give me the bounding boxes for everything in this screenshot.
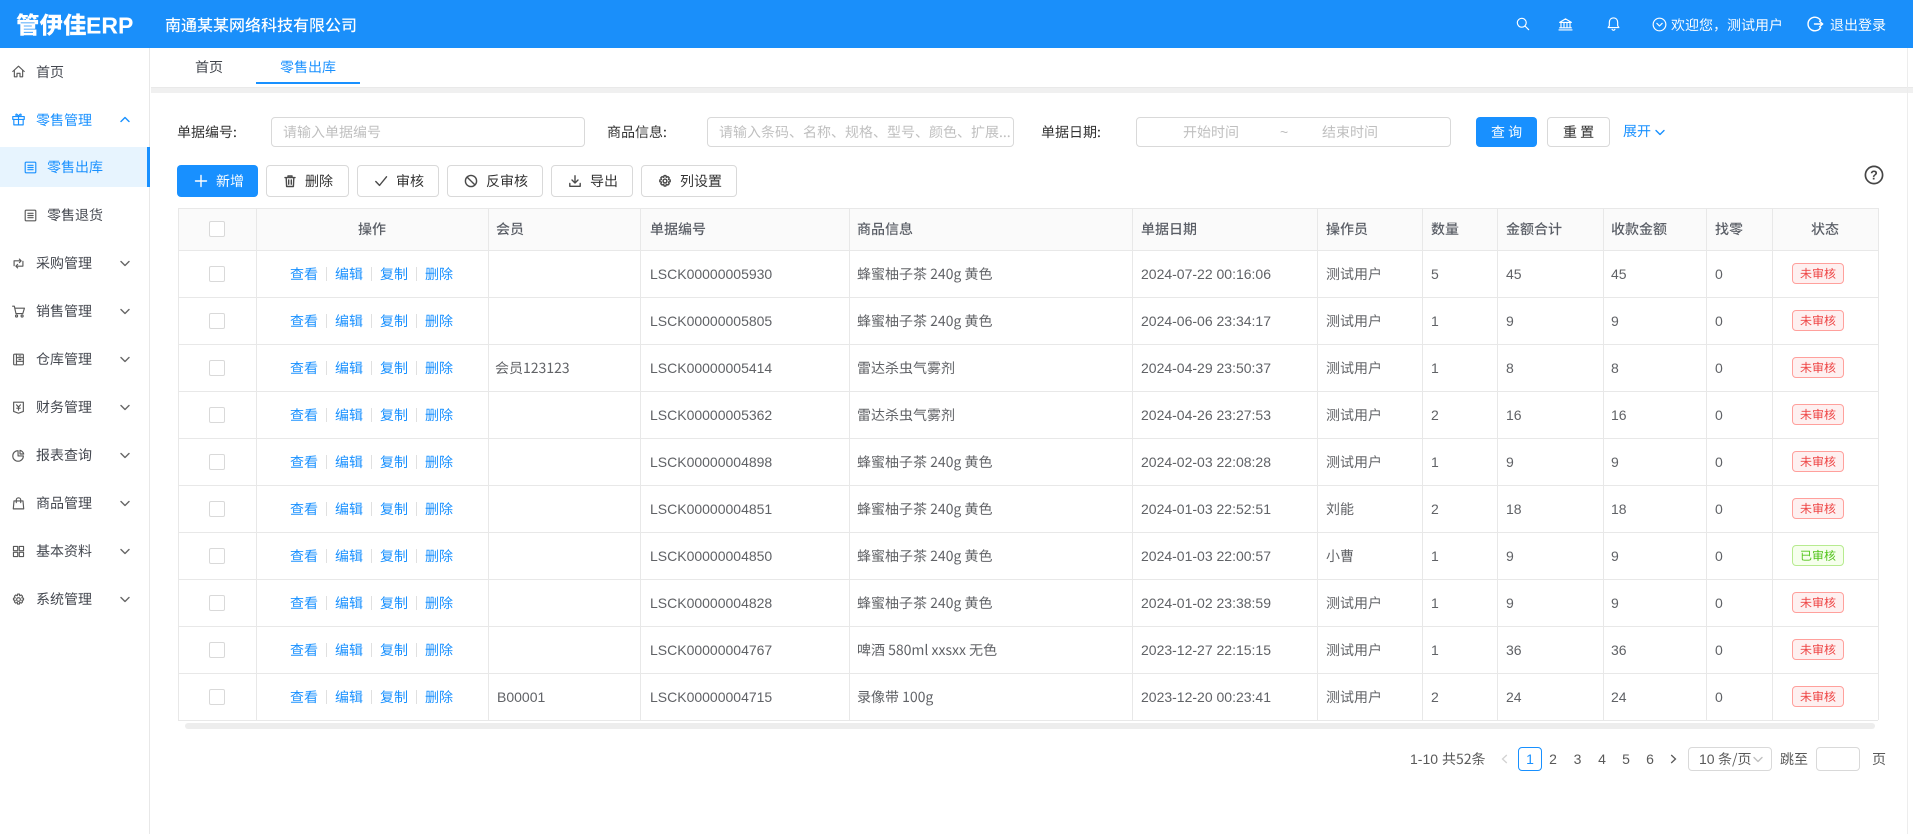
svg-text:?: ?: [1870, 168, 1878, 182]
